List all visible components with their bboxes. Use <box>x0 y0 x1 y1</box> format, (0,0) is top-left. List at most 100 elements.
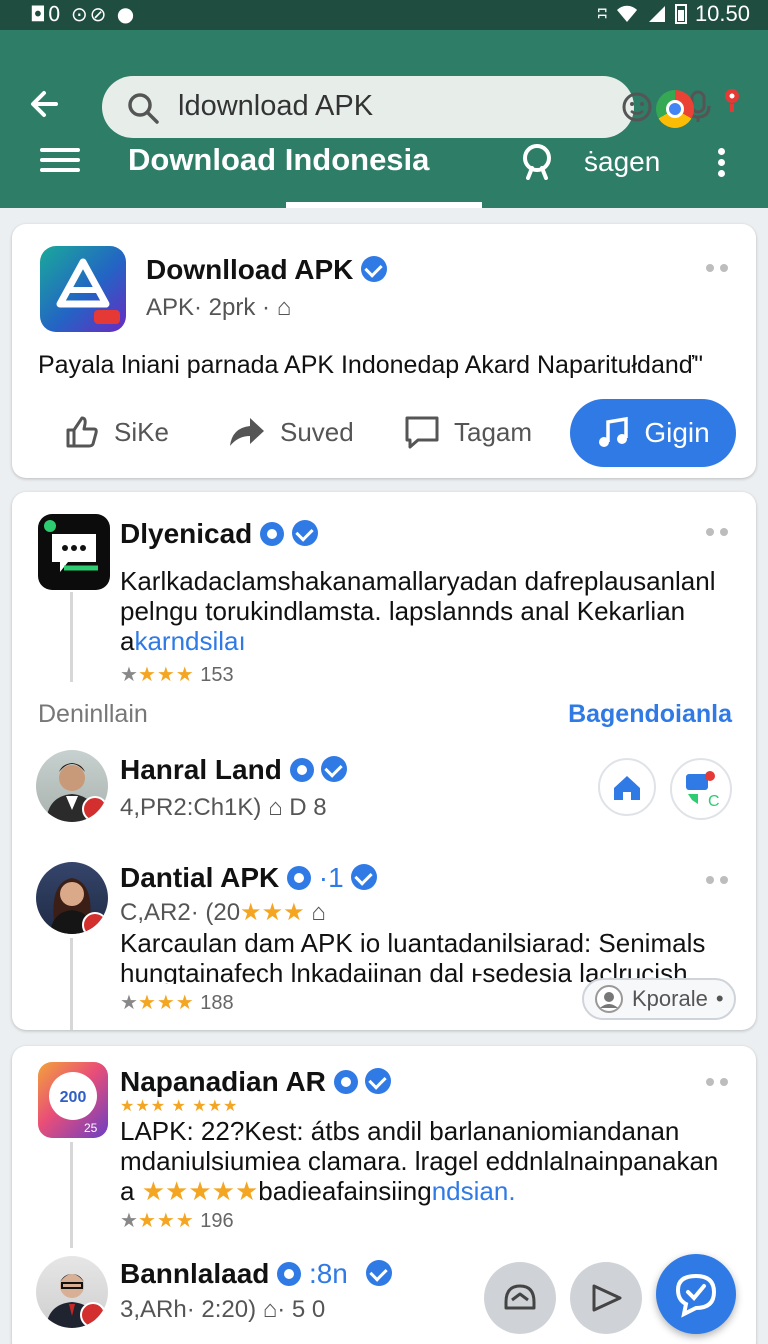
battery-icon <box>674 4 687 24</box>
privacy-icon: ⌂ <box>262 1296 278 1323</box>
feed-item-body: Karcaulan dam APK io luantadanilsiarad: … <box>120 928 706 984</box>
pin-icon[interactable] <box>722 88 742 114</box>
feed-item-meta: 4,PR2:Ch1K) ⌂ D 8 <box>120 794 327 821</box>
gear-badge-icon <box>260 522 285 546</box>
privacy-icon: ⌂ <box>268 794 283 821</box>
avatar[interactable] <box>36 1256 108 1328</box>
home-button[interactable] <box>598 758 656 816</box>
badge-icon <box>82 912 108 934</box>
gigin-button[interactable]: Gigin <box>570 399 736 467</box>
badge-icon <box>82 796 108 822</box>
profile-icon <box>595 985 623 1013</box>
search-input[interactable]: ldownload APK <box>178 90 373 123</box>
thread-line <box>70 938 73 1030</box>
saved-button[interactable]: Suved <box>226 414 354 450</box>
more-options-icon[interactable] <box>706 1078 732 1086</box>
svg-text:200: 200 <box>60 1089 87 1106</box>
thread-line <box>70 1142 73 1248</box>
privacy-icon: ⌂ <box>276 294 292 321</box>
status-left-icons: ◘0 ⊙⊘ ● <box>30 2 137 26</box>
status-time: 10.50 <box>694 1 750 26</box>
rating: ★★★★ 196 <box>120 1210 234 1232</box>
signal-icon <box>648 6 665 22</box>
feed-item-meta: C,AR2· (20★★★ ⌂ <box>120 899 326 926</box>
menu-icon[interactable] <box>40 148 80 174</box>
avatar[interactable] <box>36 750 108 822</box>
send-icon <box>592 1284 622 1312</box>
rating: ★★★★ 153 <box>120 664 234 686</box>
body-link[interactable]: karndsilaı <box>134 626 245 656</box>
back-arrow-icon[interactable] <box>26 86 62 122</box>
comment-icon <box>405 416 439 449</box>
chat-icon: C <box>686 771 720 810</box>
gear-badge-icon <box>277 1262 302 1286</box>
app-icon[interactable]: 200 25 <box>38 1062 108 1138</box>
privacy-icon: ⌂ <box>311 899 326 926</box>
home-icon <box>614 776 640 800</box>
post-title: Downlload APK <box>146 254 388 286</box>
feed-item-meta: 3,ARh· 2:20) ⌂· 5 0 <box>120 1296 326 1323</box>
status-bar: ◘0 ⊙⊘ ● ʭ 10.50 <box>0 0 768 30</box>
search-box[interactable]: ldownload APK <box>102 76 711 138</box>
feed-item-title: Dantial APK ·1 <box>120 862 378 894</box>
emoji-icon[interactable] <box>620 90 654 124</box>
status-right: ʭ 10.50 <box>598 1 750 27</box>
app-icon[interactable] <box>40 246 126 332</box>
tab-indicator <box>286 202 482 208</box>
search-icon <box>128 93 159 124</box>
badge-200-icon: 200 25 <box>49 1072 98 1135</box>
verified-icon <box>351 864 378 890</box>
wifi-icon <box>616 5 637 23</box>
bluetooth-icon: ʭ <box>597 3 607 25</box>
feed-item-body-line3: a ★★★★★badieafainsiingndsian. <box>120 1176 516 1206</box>
chat-button[interactable]: C <box>670 758 732 820</box>
page-title[interactable]: Download Indonesia <box>128 142 429 178</box>
app-icon[interactable] <box>38 514 110 590</box>
badge-icon <box>80 1302 106 1328</box>
verified-icon <box>361 256 388 282</box>
profile-fab[interactable] <box>484 1262 556 1334</box>
share-icon <box>230 418 264 446</box>
verified-icon <box>291 520 318 546</box>
gear-badge-icon <box>287 866 311 890</box>
app-bar: ldownload APK Download Indonesia ṡagen <box>0 30 768 208</box>
chrome-icon[interactable] <box>656 90 694 128</box>
check-icon <box>675 1273 717 1318</box>
chat-bubble-icon <box>44 520 98 572</box>
feed-item-body: Karlkadaclamshakanamallaryadan dafreplau… <box>120 566 716 656</box>
stars-row: ★★★ ★ ★★★ <box>120 1098 239 1115</box>
post-body: Payala lniani parnada APK Indonedap Akar… <box>38 351 703 379</box>
profile-chip[interactable]: Kporale • <box>582 978 736 1020</box>
thumbs-up-icon <box>66 416 98 448</box>
sagen-action[interactable]: ṡagen <box>584 146 660 178</box>
section-label: Deninllain <box>38 700 148 728</box>
thread-line <box>70 592 73 682</box>
body-link[interactable]: ndsian. <box>432 1176 516 1206</box>
check-fab[interactable] <box>656 1254 736 1334</box>
feed-item-title: Napanadian AR <box>120 1066 392 1098</box>
music-note-icon <box>599 416 629 447</box>
tag-button[interactable]: Tagam <box>404 414 532 450</box>
section-link[interactable]: Bagendoianla <box>568 700 732 729</box>
more-options-icon[interactable] <box>706 528 732 536</box>
gear-badge-icon <box>289 758 314 782</box>
gear-badge-icon <box>333 1070 358 1094</box>
home-outline-icon <box>504 1284 536 1310</box>
svg-text:C: C <box>708 793 720 810</box>
feed-item-title: Bannlalaad :8n <box>120 1258 392 1290</box>
post-meta: APK· 2prk · ⌂ <box>146 294 292 321</box>
feed-item-title: Dlyenicad <box>120 518 318 550</box>
rating: ★★★★ 188 <box>120 992 234 1014</box>
verified-icon <box>321 756 348 782</box>
svg-text:25: 25 <box>84 1121 98 1135</box>
more-options-icon[interactable] <box>706 264 732 272</box>
send-fab[interactable] <box>570 1262 642 1334</box>
more-vert-icon[interactable] <box>718 148 726 178</box>
search-icon[interactable] <box>520 142 556 180</box>
like-button[interactable]: SiKe <box>64 414 169 450</box>
avatar[interactable] <box>36 862 108 934</box>
more-options-icon[interactable] <box>706 876 732 884</box>
verified-icon <box>365 1260 392 1286</box>
apk-logo-icon <box>56 258 120 324</box>
feed-item-title: Hanral Land <box>120 754 348 786</box>
